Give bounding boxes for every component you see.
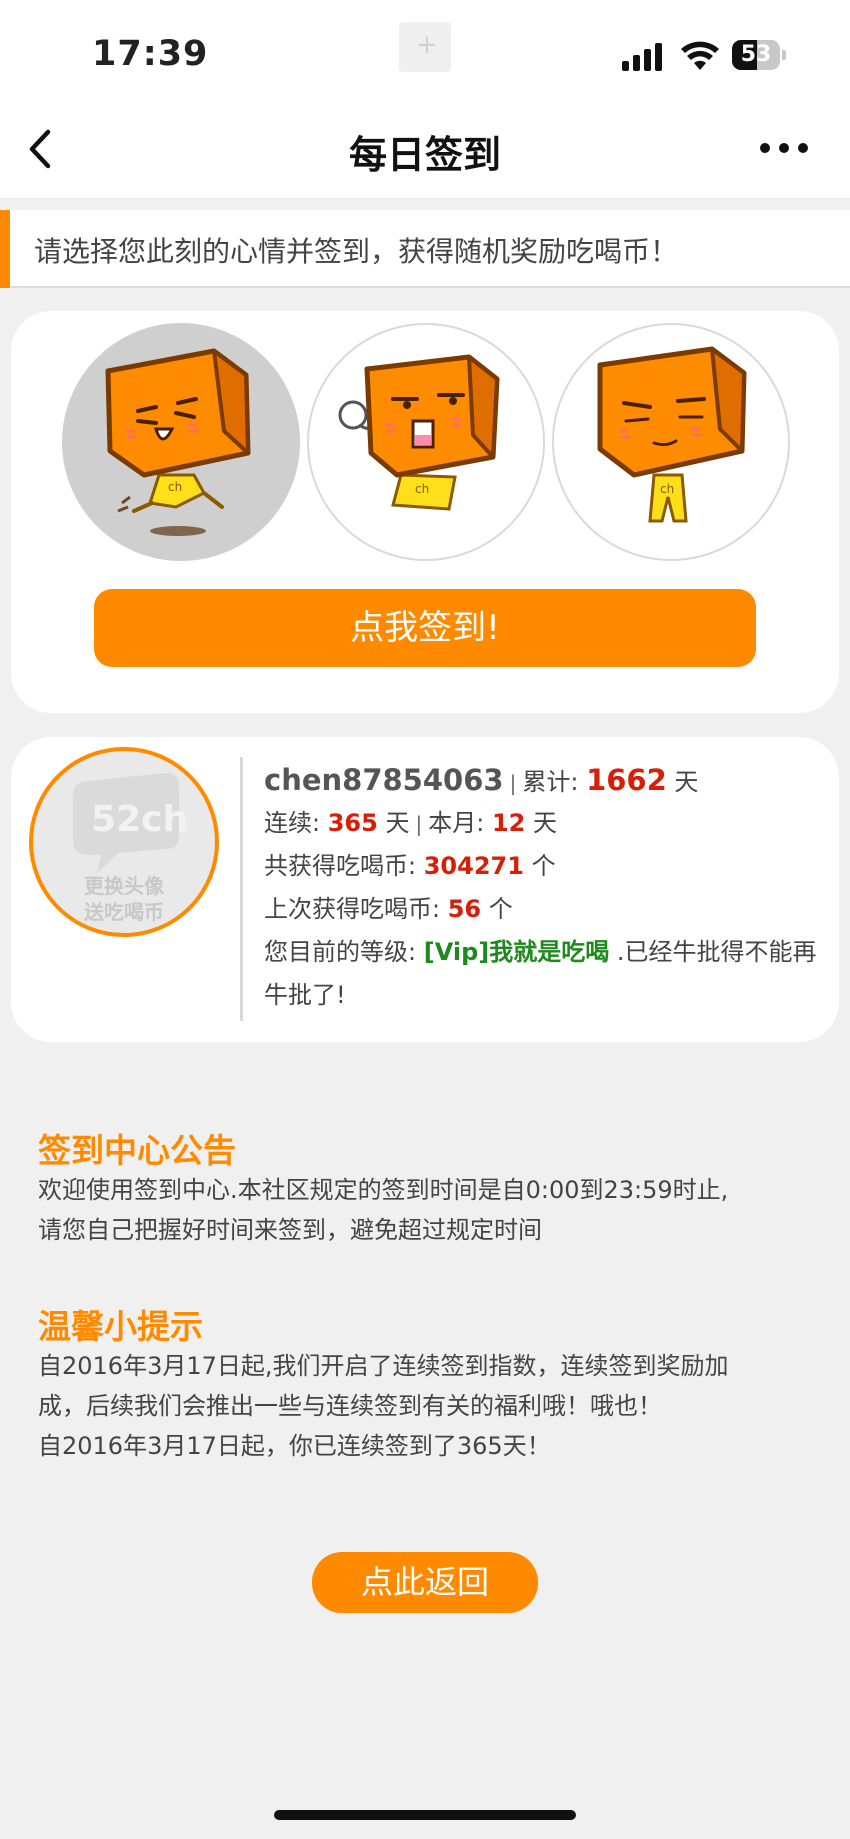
total-days-value: 1662 xyxy=(586,763,667,797)
avatar-brand-text: 52ch xyxy=(91,799,188,840)
banner-text: 请选择您此刻的心情并签到，获得随机奖励吃喝币！ xyxy=(34,235,679,268)
signin-button[interactable]: 点我签到! xyxy=(94,589,756,667)
last-coins-value: 56 xyxy=(447,895,482,923)
more-dots-icon[interactable] xyxy=(756,136,812,160)
level-value: [Vip]我就是吃喝 xyxy=(423,938,610,966)
mood-selection-card: ch ch ch 点我签到! xyxy=(11,311,839,713)
camera-indicator xyxy=(399,22,451,72)
cellular-signal-icon xyxy=(622,43,664,71)
mood-happy-option[interactable]: ch xyxy=(62,323,300,561)
tips-title: 温馨小提示 xyxy=(38,1307,203,1346)
mood-sigh-option[interactable]: ch xyxy=(307,323,545,561)
instruction-banner: 请选择您此刻的心情并签到，获得随机奖励吃喝币！ xyxy=(0,210,850,288)
nav-bar: 每日签到 xyxy=(0,100,850,199)
status-time: 17:39 xyxy=(92,34,209,74)
mascot-sigh-icon: ch xyxy=(338,354,500,511)
avatar-change-label: 更换头像 送吃喝币 xyxy=(84,874,164,924)
divider xyxy=(240,757,243,1021)
wifi-icon xyxy=(681,41,719,70)
coins-value: 304271 xyxy=(423,852,524,880)
day-unit: 天 xyxy=(533,809,558,837)
last-coins-label: 上次获得吃喝币: xyxy=(264,895,441,923)
day-unit: 天 xyxy=(385,809,410,837)
month-value: 12 xyxy=(491,809,526,837)
svg-text:ch: ch xyxy=(168,480,182,494)
banner-accent-bar xyxy=(0,210,10,288)
streak-label: 连续: xyxy=(264,809,321,837)
page-title: 每日签到 xyxy=(348,133,501,177)
coins-label: 共获得吃喝币: xyxy=(264,852,417,880)
mascot-calm-icon: ch xyxy=(597,346,747,523)
user-stats: chen87854063 | 累计: 1662 天 连续: 365 天 | 本月: 12… xyxy=(264,759,824,1017)
last-coins-row: 上次获得吃喝币: 56 个 xyxy=(264,888,824,931)
notice-title: 签到中心公告 xyxy=(38,1131,236,1170)
battery-icon: 53 xyxy=(732,40,786,70)
coins-row: 共获得吃喝币: 304271 个 xyxy=(264,845,824,888)
username: chen87854063 xyxy=(264,763,504,797)
battery-level-text: 53 xyxy=(740,42,772,67)
notice-text: 欢迎使用签到中心.本社区规定的签到时间是自0:00到23:59时止, 请您自己把… xyxy=(38,1176,729,1244)
mood-calm-option[interactable]: ch xyxy=(552,323,790,561)
streak-value: 365 xyxy=(327,809,378,837)
home-indicator xyxy=(274,1810,576,1820)
status-bar: 17:39 53 xyxy=(0,0,850,100)
count-unit: 个 xyxy=(488,895,513,923)
mascot-happy-icon: ch xyxy=(105,348,251,536)
username-row: chen87854063 | 累计: 1662 天 xyxy=(264,763,699,797)
tips-text: 自2016年3月17日起,我们开启了连续签到指数，连续签到奖励加 成，后续我们会… xyxy=(38,1352,729,1460)
month-label: 本月: xyxy=(428,809,485,837)
day-unit: 天 xyxy=(674,768,699,796)
return-button[interactable]: 点此返回 xyxy=(312,1552,538,1613)
level-row: 您目前的等级: [Vip]我就是吃喝 .已经牛批得不能再牛批了! xyxy=(264,931,824,1017)
streak-row: 连续: 365 天 | 本月: 12 天 xyxy=(264,809,558,837)
count-unit: 个 xyxy=(531,852,556,880)
avatar[interactable]: 52ch 更换头像 送吃喝币 xyxy=(29,747,219,937)
svg-text:ch: ch xyxy=(660,482,674,496)
svg-text:ch: ch xyxy=(415,482,429,496)
user-info-card: 52ch 更换头像 送吃喝币 chen87854063 | 累计: 1662 天 连… xyxy=(11,737,839,1042)
level-label: 您目前的等级: xyxy=(264,938,417,966)
total-label: 累计: xyxy=(522,768,579,796)
